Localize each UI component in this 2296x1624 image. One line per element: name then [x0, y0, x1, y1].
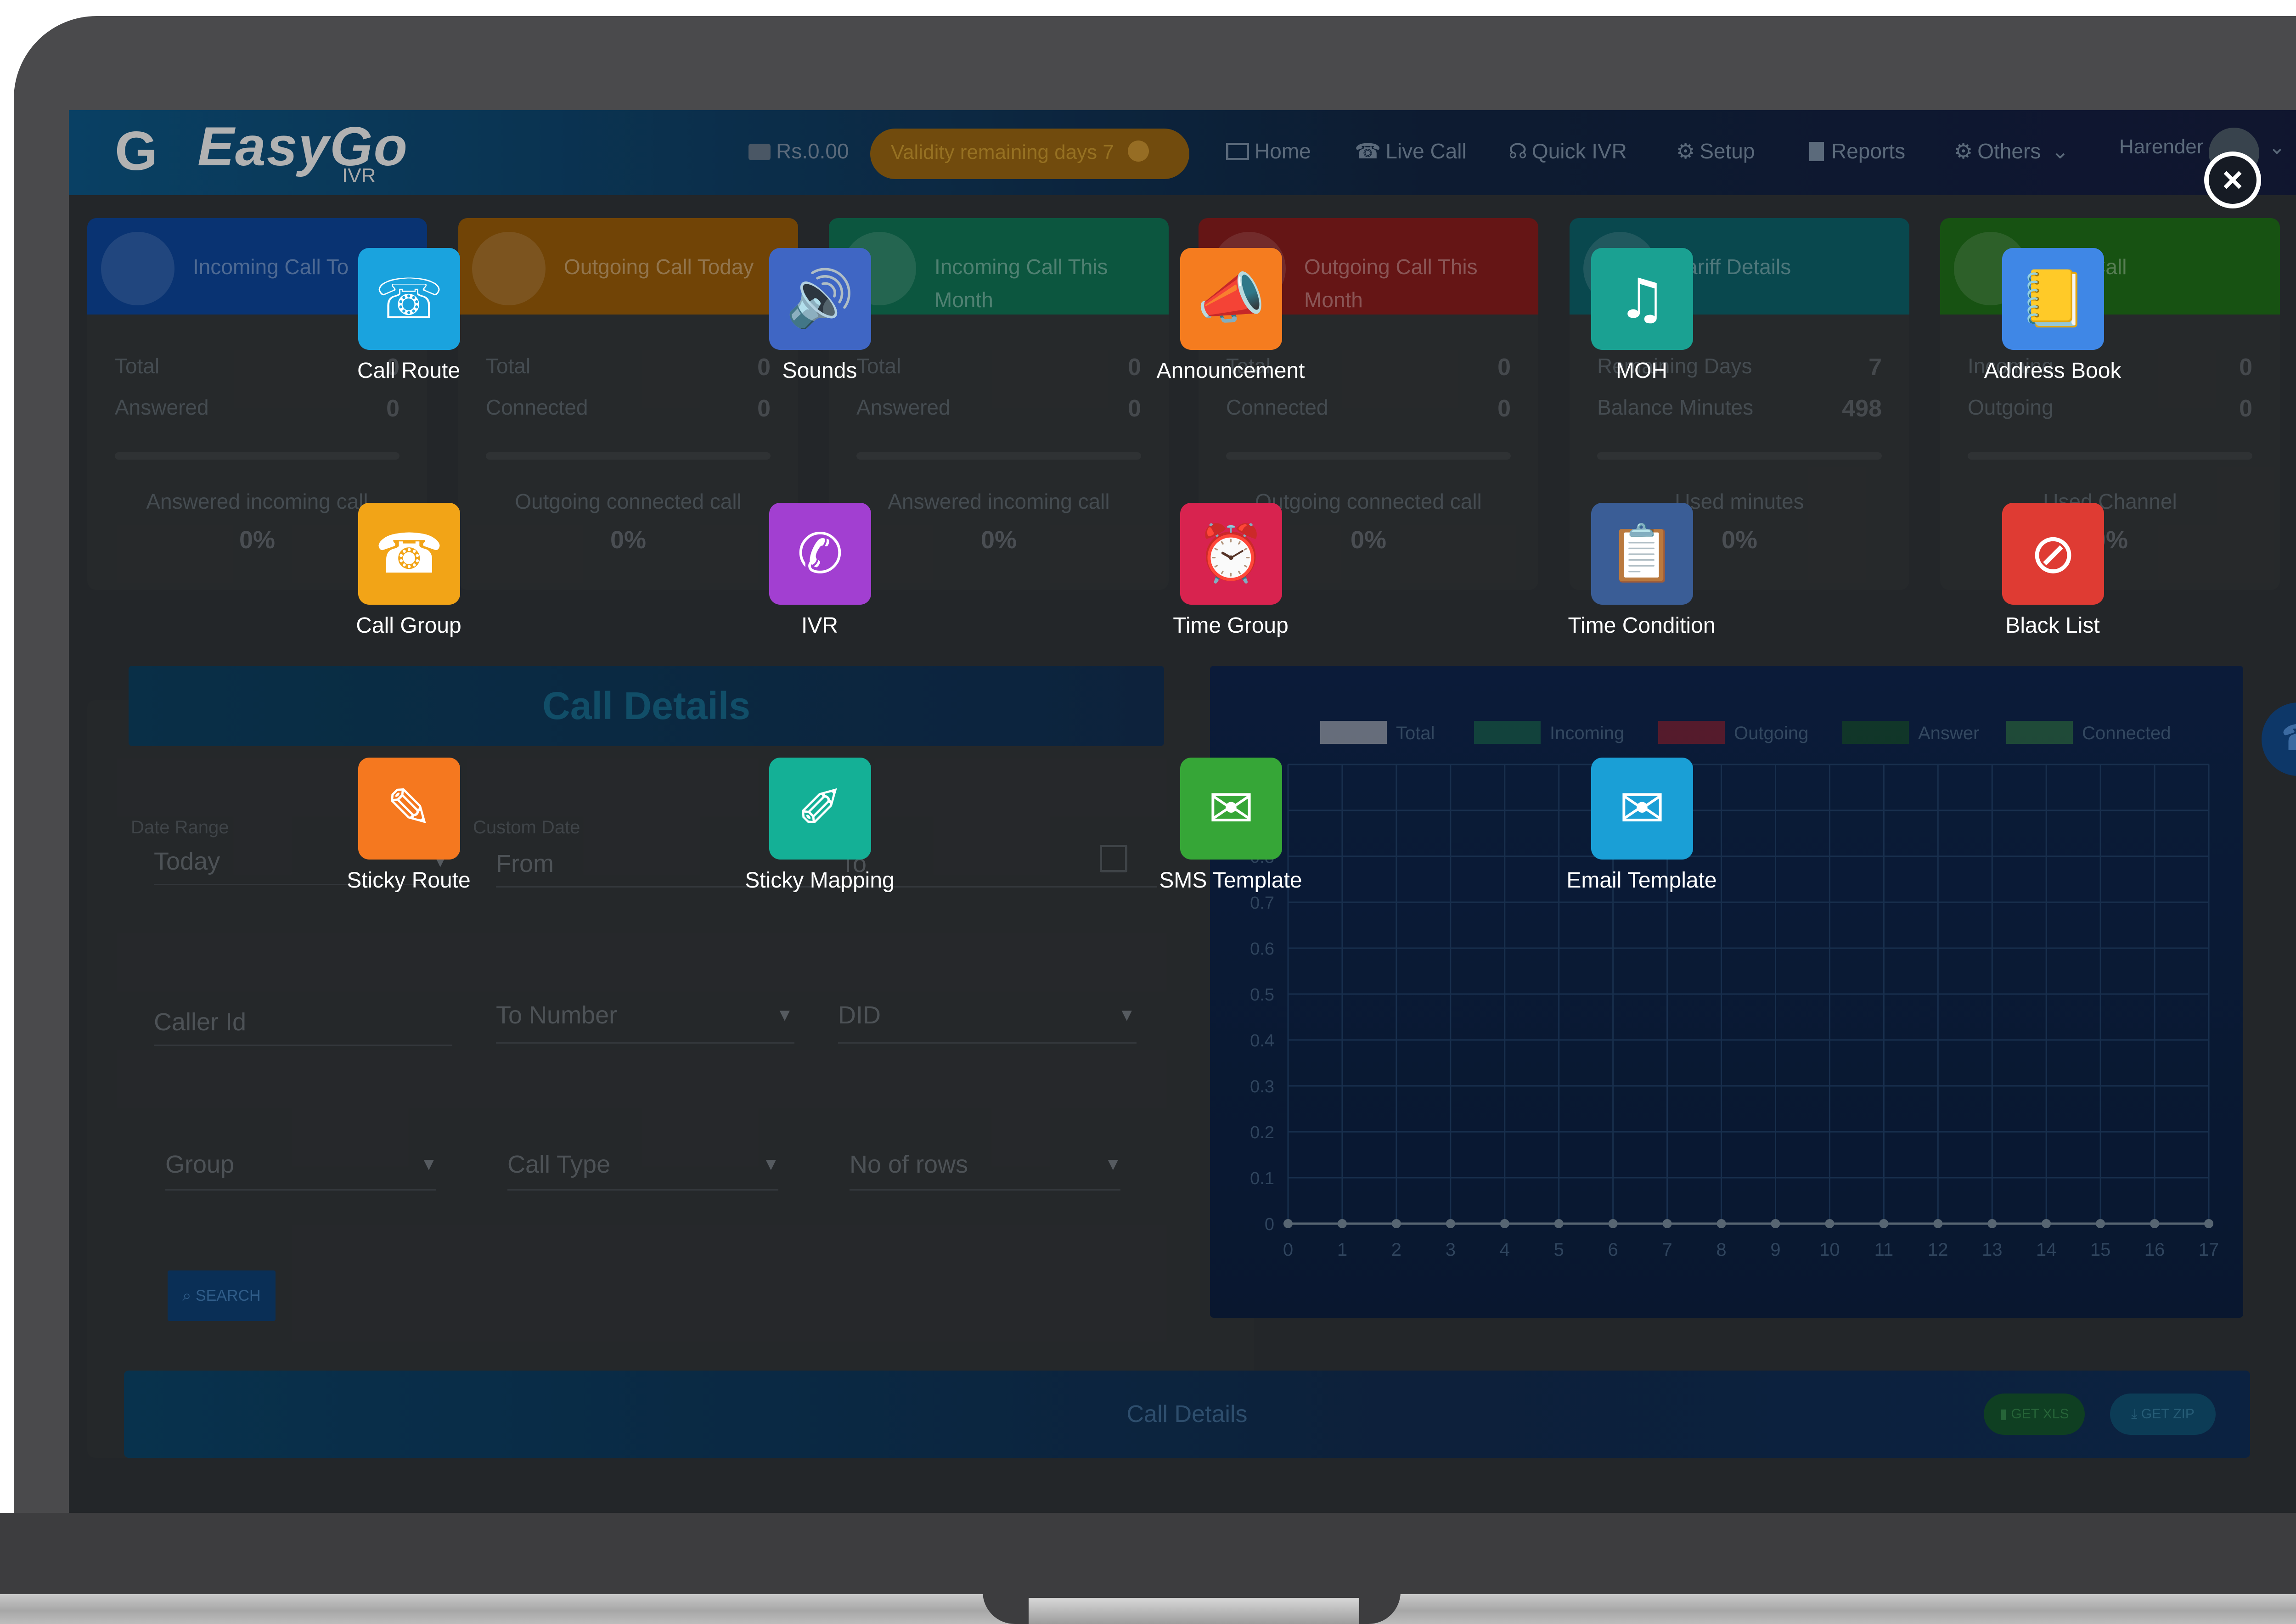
address-book-icon: 📒: [2002, 248, 2104, 350]
menu-tile-sms-template[interactable]: ✉ SMS Template: [1093, 758, 1368, 909]
ivr-phone-icon-glyph: ✆: [797, 522, 844, 586]
menu-tile-label: Sticky Route: [347, 868, 471, 893]
menu-tile-label: Call Group: [356, 613, 461, 638]
megaphone-icon-glyph: 📣: [1197, 267, 1266, 331]
sms-icon: ✉: [1180, 758, 1282, 860]
speaker-icon-glyph: 🔊: [786, 267, 855, 331]
clipboard-clock-icon-glyph: 📋: [1608, 522, 1677, 585]
clipboard-clock-icon: 📋: [1591, 503, 1693, 605]
sms-icon-glyph: ✉: [1208, 776, 1255, 841]
phone-icon: ☎: [2281, 716, 2296, 759]
menu-tile-label: Black List: [2005, 613, 2100, 638]
people-clock-icon-glyph: ⏰: [1197, 522, 1266, 585]
menu-tile-label: Sticky Mapping: [745, 868, 895, 893]
megaphone-icon: 📣: [1180, 248, 1282, 350]
call-route-icon-glyph: ☏: [374, 267, 444, 331]
menu-tile-address-book[interactable]: 📒 Address Book: [1915, 248, 2190, 399]
menu-tile-label: SMS Template: [1159, 868, 1302, 893]
email-icon-glyph: ✉: [1619, 776, 1666, 841]
blacklist-icon-glyph: ⊘: [2030, 522, 2077, 586]
menu-tile-black-list[interactable]: ⊘ Black List: [1915, 503, 2190, 654]
menu-tile-announcement[interactable]: 📣 Announcement: [1093, 248, 1368, 399]
group-call-icon: ☎: [358, 503, 460, 605]
blacklist-icon: ⊘: [2002, 503, 2104, 605]
menu-tile-call-route[interactable]: ☏ Call Route: [271, 248, 546, 399]
menu-tile-sounds[interactable]: 🔊 Sounds: [682, 248, 957, 399]
menu-tile-sticky-mapping[interactable]: ✐ Sticky Mapping: [682, 758, 957, 909]
menu-tile-time-group[interactable]: ⏰ Time Group: [1093, 503, 1368, 654]
menu-tile-label: Time Condition: [1568, 613, 1716, 638]
menu-tile-label: Address Book: [1984, 359, 2122, 383]
menu-tile-label: Time Group: [1173, 613, 1289, 638]
address-book-icon-glyph: 📒: [2019, 267, 2088, 331]
sticky-note-icon-glyph: ✎: [386, 776, 433, 841]
close-icon[interactable]: ×: [2204, 152, 2261, 208]
menu-tile-call-group[interactable]: ☎ Call Group: [271, 503, 546, 654]
group-call-icon-glyph: ☎: [375, 522, 444, 586]
menu-tile-email-template[interactable]: ✉ Email Template: [1504, 758, 1779, 909]
sticky-map-icon-glyph: ✐: [797, 776, 844, 841]
menu-tile-moh[interactable]: ♫ MOH: [1504, 248, 1779, 399]
menu-tile-ivr[interactable]: ✆ IVR: [682, 503, 957, 654]
sticky-note-icon: ✎: [358, 758, 460, 860]
menu-tile-label: Sounds: [782, 359, 857, 383]
menu-tile-label: MOH: [1616, 359, 1667, 383]
menu-tile-label: Announcement: [1156, 359, 1305, 383]
email-icon: ✉: [1591, 758, 1693, 860]
menu-tile-label: Email Template: [1566, 868, 1717, 893]
sticky-map-icon: ✐: [769, 758, 871, 860]
menu-tile-sticky-route[interactable]: ✎ Sticky Route: [271, 758, 546, 909]
call-route-icon: ☏: [358, 248, 460, 350]
music-note-icon-glyph: ♫: [1617, 267, 1667, 331]
ivr-phone-icon: ✆: [769, 503, 871, 605]
monitor-stand-foot: [1029, 1598, 1359, 1624]
menu-tile-label: Call Route: [357, 359, 461, 383]
menu-tile-time-condition[interactable]: 📋 Time Condition: [1504, 503, 1779, 654]
people-clock-icon: ⏰: [1180, 503, 1282, 605]
music-note-icon: ♫: [1591, 248, 1693, 350]
menu-tile-label: IVR: [801, 613, 838, 638]
speaker-icon: 🔊: [769, 248, 871, 350]
